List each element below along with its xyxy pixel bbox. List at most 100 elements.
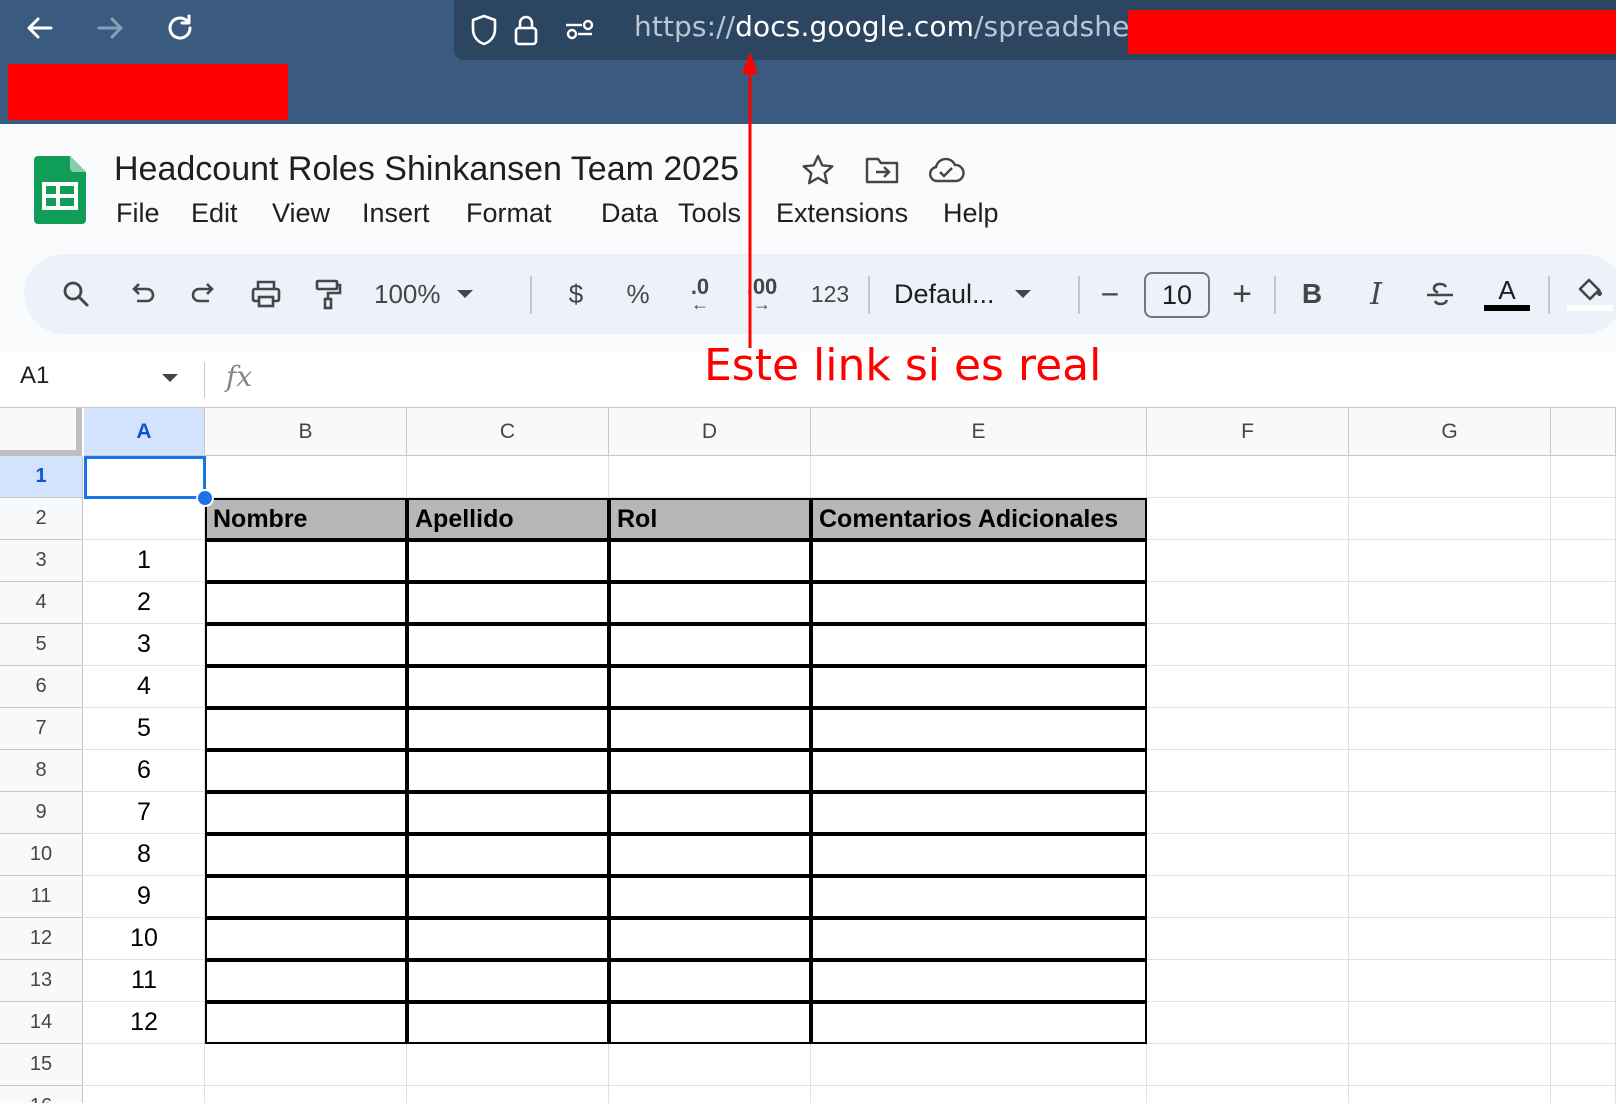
cell-g3[interactable]	[1349, 540, 1551, 582]
row-number-cell[interactable]: 10	[84, 918, 205, 960]
search-menus-button[interactable]	[54, 272, 98, 316]
reload-button[interactable]	[160, 8, 200, 48]
cell-h16[interactable]	[1551, 1086, 1616, 1103]
cell-h7[interactable]	[1551, 708, 1616, 750]
cell-f15[interactable]	[1147, 1044, 1349, 1086]
table-cell[interactable]	[811, 624, 1147, 666]
row-number-cell[interactable]: 5	[84, 708, 205, 750]
table-cell[interactable]	[205, 1002, 407, 1044]
row-header-3[interactable]: 3	[0, 540, 83, 582]
table-cell[interactable]	[205, 750, 407, 792]
back-button[interactable]	[20, 8, 60, 48]
italic-button[interactable]: I	[1354, 272, 1398, 316]
cell-c16[interactable]	[407, 1086, 609, 1103]
cell-h8[interactable]	[1551, 750, 1616, 792]
table-cell[interactable]	[407, 960, 609, 1002]
cell-g11[interactable]	[1349, 876, 1551, 918]
row-header-14[interactable]: 14	[0, 1002, 83, 1044]
cell-c1[interactable]	[407, 456, 609, 498]
row-number-cell[interactable]: 1	[84, 540, 205, 582]
cell-g15[interactable]	[1349, 1044, 1551, 1086]
cell-g5[interactable]	[1349, 624, 1551, 666]
cell-h2[interactable]	[1551, 498, 1616, 540]
cell-f13[interactable]	[1147, 960, 1349, 1002]
table-cell[interactable]	[407, 918, 609, 960]
forward-button[interactable]	[90, 8, 130, 48]
cell-g12[interactable]	[1349, 918, 1551, 960]
table-cell[interactable]	[609, 708, 811, 750]
table-cell[interactable]	[609, 750, 811, 792]
cell-f9[interactable]	[1147, 792, 1349, 834]
cell-d15[interactable]	[609, 1044, 811, 1086]
cell-f8[interactable]	[1147, 750, 1349, 792]
cell-a1[interactable]	[84, 456, 205, 498]
cell-f6[interactable]	[1147, 666, 1349, 708]
row-header-8[interactable]: 8	[0, 750, 83, 792]
cell-f10[interactable]	[1147, 834, 1349, 876]
table-cell[interactable]	[609, 1002, 811, 1044]
cell-g2[interactable]	[1349, 498, 1551, 540]
move-folder-icon[interactable]	[862, 150, 902, 190]
row-number-cell[interactable]: 12	[84, 1002, 205, 1044]
cell-f5[interactable]	[1147, 624, 1349, 666]
table-cell[interactable]	[407, 708, 609, 750]
cell-g9[interactable]	[1349, 792, 1551, 834]
row-number-cell[interactable]: 6	[84, 750, 205, 792]
row-header-6[interactable]: 6	[0, 666, 83, 708]
cell-h9[interactable]	[1551, 792, 1616, 834]
table-cell[interactable]	[407, 792, 609, 834]
column-header-d[interactable]: D	[609, 408, 811, 456]
cell-b1[interactable]	[205, 456, 407, 498]
table-cell[interactable]	[609, 876, 811, 918]
table-header-cell[interactable]: Comentarios Adicionales	[811, 498, 1147, 540]
cell-b15[interactable]	[205, 1044, 407, 1086]
column-header-overflow[interactable]	[1551, 408, 1616, 456]
cell-g6[interactable]	[1349, 666, 1551, 708]
cell-h10[interactable]	[1551, 834, 1616, 876]
table-cell[interactable]	[811, 708, 1147, 750]
row-number-cell[interactable]: 8	[84, 834, 205, 876]
row-number-cell[interactable]: 4	[84, 666, 205, 708]
row-header-10[interactable]: 10	[0, 834, 83, 876]
cell-c15[interactable]	[407, 1044, 609, 1086]
cell-g4[interactable]	[1349, 582, 1551, 624]
table-cell[interactable]	[811, 960, 1147, 1002]
menu-format[interactable]: Format	[460, 196, 558, 231]
cell-e15[interactable]	[811, 1044, 1147, 1086]
cell-h15[interactable]	[1551, 1044, 1616, 1086]
menu-edit[interactable]: Edit	[185, 196, 244, 231]
currency-format-button[interactable]: $	[554, 272, 598, 316]
url-text[interactable]: https://docs.google.com/spreadsheets	[634, 10, 1173, 43]
cell-f2[interactable]	[1147, 498, 1349, 540]
menu-data[interactable]: Data	[595, 196, 664, 231]
table-cell[interactable]	[811, 540, 1147, 582]
menu-extensions[interactable]: Extensions	[770, 196, 914, 231]
row-header-4[interactable]: 4	[0, 582, 83, 624]
cell-g10[interactable]	[1349, 834, 1551, 876]
cell-g8[interactable]	[1349, 750, 1551, 792]
table-cell[interactable]	[811, 918, 1147, 960]
cell-h14[interactable]	[1551, 1002, 1616, 1044]
table-cell[interactable]	[811, 792, 1147, 834]
column-header-f[interactable]: F	[1147, 408, 1349, 456]
cell-h6[interactable]	[1551, 666, 1616, 708]
row-header-11[interactable]: 11	[0, 876, 83, 918]
increase-font-size-button[interactable]: +	[1220, 272, 1264, 316]
table-cell[interactable]	[811, 750, 1147, 792]
table-cell[interactable]	[407, 624, 609, 666]
paint-format-button[interactable]	[306, 272, 350, 316]
table-cell[interactable]	[609, 666, 811, 708]
menu-help[interactable]: Help	[937, 196, 1005, 231]
row-header-1[interactable]: 1	[0, 456, 83, 498]
table-cell[interactable]	[205, 624, 407, 666]
chevron-down-icon[interactable]	[162, 374, 178, 382]
table-cell[interactable]	[609, 792, 811, 834]
cloud-saved-icon[interactable]	[926, 150, 966, 190]
cell-a15[interactable]	[84, 1044, 205, 1086]
row-header-2[interactable]: 2	[0, 498, 83, 540]
cell-a2[interactable]	[84, 498, 205, 540]
column-header-c[interactable]: C	[407, 408, 609, 456]
cell-b16[interactable]	[205, 1086, 407, 1103]
row-header-15[interactable]: 15	[0, 1044, 83, 1086]
table-cell[interactable]	[811, 1002, 1147, 1044]
